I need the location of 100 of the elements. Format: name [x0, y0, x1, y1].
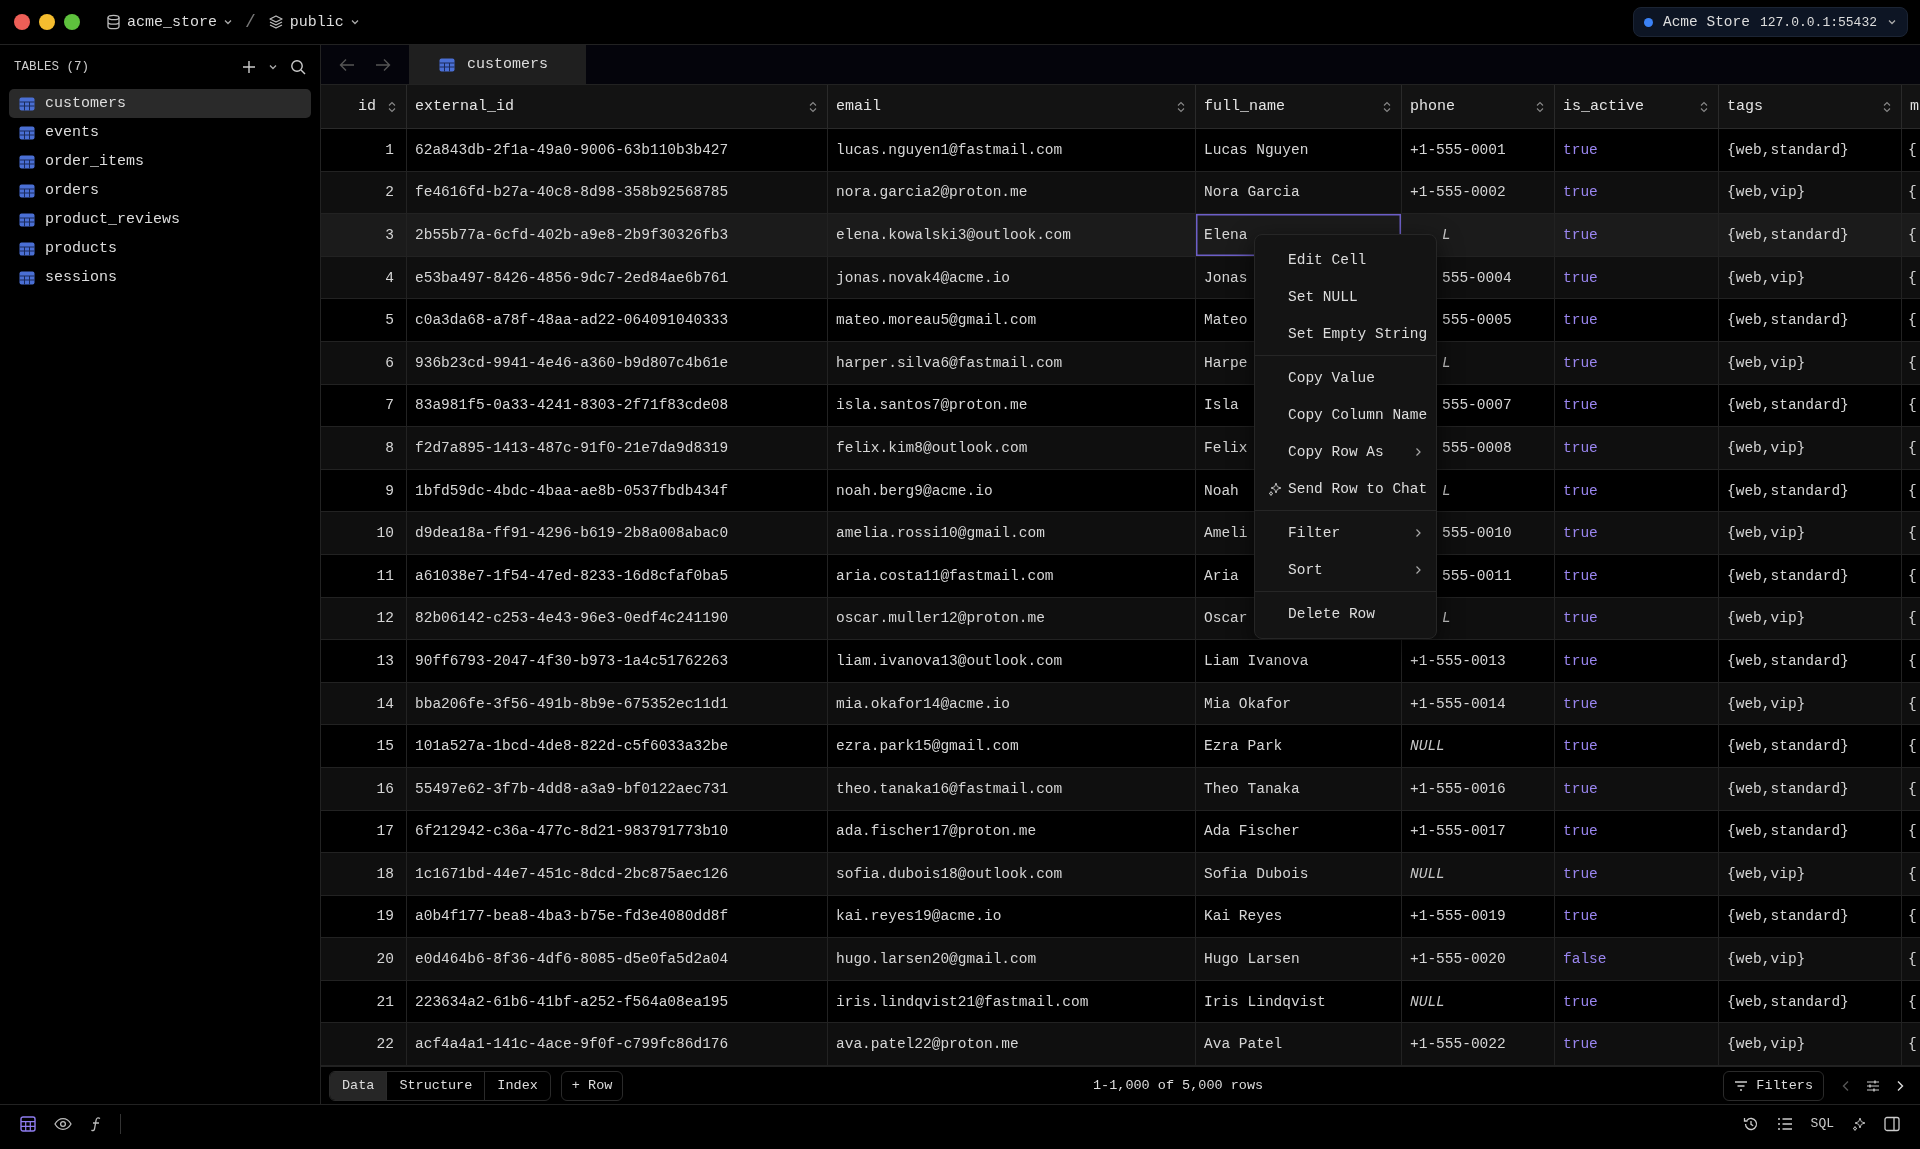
table-cell: 555-0004: [1442, 269, 1512, 286]
table-cell: {: [1908, 738, 1917, 755]
table-list-item[interactable]: product_reviews: [9, 205, 311, 234]
table-cell: NULL: [1410, 865, 1445, 882]
table-cell: 10: [376, 525, 394, 542]
sort-icon[interactable]: [388, 100, 396, 113]
table-icon[interactable]: [20, 1115, 36, 1132]
table-cell: {: [1908, 525, 1917, 542]
sliders-icon[interactable]: [1866, 1079, 1880, 1092]
menu-item[interactable]: Set NULL: [1255, 278, 1436, 315]
menu-item[interactable]: Set Empty String: [1255, 315, 1436, 352]
table-list-item[interactable]: products: [9, 234, 311, 263]
database-icon: [106, 14, 121, 30]
table-cell: 1bfd59dc-4bdc-4baa-ae8b-0537fbdb434f: [415, 482, 729, 499]
sparkle-icon[interactable]: [1852, 1116, 1866, 1131]
table-cell: {web,standard}: [1727, 652, 1849, 669]
table-cell: 7: [385, 397, 394, 414]
table-cell: true: [1563, 738, 1598, 755]
sort-icon[interactable]: [1536, 100, 1544, 113]
column-header[interactable]: id: [358, 98, 376, 115]
table-cell: e53ba497-8426-4856-9dc7-2ed84ae6b761: [415, 269, 729, 286]
column-header[interactable]: email: [836, 98, 881, 115]
table-cell: L: [1442, 610, 1451, 627]
table-list-item[interactable]: orders: [9, 176, 311, 205]
table-cell: Aria: [1204, 567, 1239, 584]
table-cell: 14: [376, 695, 394, 712]
sort-icon[interactable]: [1883, 100, 1891, 113]
table-cell: {web,vip}: [1727, 184, 1806, 201]
sort-icon[interactable]: [1700, 100, 1708, 113]
table-cell: aria.costa11@fastmail.com: [836, 567, 1054, 584]
table-cell: {web,standard}: [1727, 227, 1849, 243]
sort-icon[interactable]: [1383, 100, 1391, 113]
column-header[interactable]: is_active: [1563, 98, 1644, 115]
menu-item[interactable]: Copy Value: [1255, 359, 1436, 396]
minimize-button[interactable]: [39, 14, 55, 30]
table-list-item[interactable]: sessions: [9, 263, 311, 292]
menu-item[interactable]: Filter: [1255, 514, 1436, 551]
chevron-right-icon[interactable]: [1896, 1079, 1904, 1092]
schema-selector[interactable]: public: [263, 13, 364, 31]
table-cell: true: [1563, 354, 1598, 371]
table-cell: 9: [385, 482, 394, 499]
table-cell: {web,standard}: [1727, 738, 1849, 755]
eye-icon[interactable]: [54, 1116, 72, 1131]
column-header[interactable]: external_id: [415, 98, 515, 115]
database-selector[interactable]: acme_store: [102, 13, 237, 31]
table-cell: {web,standard}: [1727, 312, 1849, 329]
table-cell: {web,vip}: [1727, 439, 1806, 456]
sort-icon[interactable]: [1177, 100, 1185, 113]
table-cell: {: [1908, 567, 1917, 584]
side-panel-icon[interactable]: [1884, 1115, 1900, 1132]
column-header[interactable]: tags: [1727, 98, 1763, 115]
table-list-item[interactable]: order_items: [9, 147, 311, 176]
table-cell: true: [1563, 823, 1598, 840]
menu-item[interactable]: Copy Row As: [1255, 433, 1436, 470]
history-icon[interactable]: [1742, 1115, 1759, 1132]
table-cell: true: [1563, 908, 1598, 925]
view-tab[interactable]: Structure: [387, 1071, 486, 1100]
table-cell: Jonas: [1204, 269, 1248, 286]
table-list-item[interactable]: customers: [9, 89, 311, 118]
search-icon[interactable]: [290, 59, 306, 75]
menu-item[interactable]: Edit Cell: [1255, 241, 1436, 278]
table-cell: L: [1442, 482, 1451, 499]
menu-item[interactable]: Delete Row: [1255, 595, 1436, 632]
table-cell: bba206fe-3f56-491b-8b9e-675352ec11d1: [415, 695, 729, 712]
filters-button[interactable]: Filters: [1723, 1070, 1824, 1101]
table-cell: {: [1908, 908, 1917, 925]
sort-icon[interactable]: [809, 100, 817, 113]
table-cell: 55497e62-3f7b-4dd8-a3a9-bf0122aec731: [415, 780, 729, 797]
column-header[interactable]: phone: [1410, 98, 1455, 115]
column-header[interactable]: full_name: [1204, 98, 1285, 115]
menu-item[interactable]: Send Row to Chat: [1255, 470, 1436, 507]
table-cell: fe4616fd-b27a-40c8-8d98-358b92568785: [415, 184, 729, 201]
list-icon[interactable]: [1776, 1116, 1793, 1131]
view-tab[interactable]: Index: [485, 1071, 550, 1100]
table-list-item[interactable]: events: [9, 118, 311, 147]
table-cell: {: [1908, 993, 1917, 1010]
zoom-button[interactable]: [64, 14, 80, 30]
table-cell: +1-555-0014: [1410, 695, 1506, 712]
table-cell: +1-555-0013: [1410, 652, 1506, 669]
close-button[interactable]: [14, 14, 30, 30]
table-tab[interactable]: customers: [409, 45, 586, 84]
table-cell: harper.silva6@fastmail.com: [836, 354, 1063, 371]
table-cell: 62a843db-2f1a-49a0-9006-63b110b3b427: [415, 141, 729, 158]
table-cell: {: [1908, 652, 1917, 669]
menu-item[interactable]: Sort: [1255, 551, 1436, 588]
add-row-button[interactable]: + Row: [560, 1070, 624, 1101]
sql-button[interactable]: SQL: [1810, 1116, 1834, 1132]
connection-selector[interactable]: Acme Store 127.0.0.1:55432: [1632, 7, 1908, 37]
table-cell: true: [1563, 695, 1598, 712]
table-cell: L: [1442, 354, 1451, 371]
chevron-down-icon: [223, 17, 233, 27]
chevron-down-icon[interactable]: [268, 62, 278, 72]
function-icon[interactable]: [90, 1115, 102, 1132]
add-icon[interactable]: [242, 60, 256, 74]
table-cell: {web,vip}: [1727, 354, 1806, 371]
view-tab[interactable]: Data: [330, 1071, 388, 1100]
column-header[interactable]: m: [1910, 98, 1919, 115]
table-cell: L: [1442, 227, 1451, 243]
menu-item[interactable]: Copy Column Name: [1255, 396, 1436, 433]
table-cell: Mateo: [1204, 312, 1248, 329]
